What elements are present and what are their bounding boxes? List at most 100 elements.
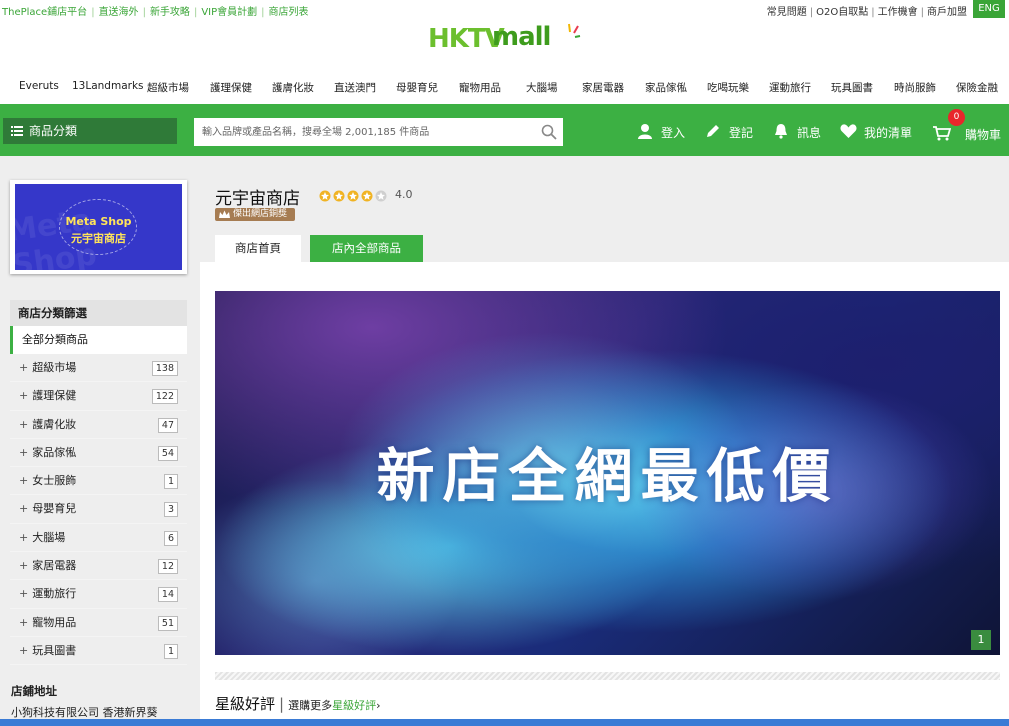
link-guide[interactable]: 新手攻略 (150, 7, 190, 18)
filter-item-sports[interactable]: + 運動旅行 14 (10, 580, 187, 609)
nav-sports[interactable]: 運動旅行 (769, 80, 811, 95)
banner-headline: 新店全網最低價 (376, 442, 839, 510)
rating-stars (319, 190, 387, 202)
shop-address-text: 小狗科技有限公司 香港新界葵 (11, 706, 158, 719)
nav-appliances[interactable]: 家居電器 (582, 80, 624, 95)
plus-icon: + (19, 615, 29, 629)
link-overseas[interactable]: 直送海外 (99, 7, 139, 18)
search-input[interactable] (194, 118, 524, 146)
shop-logo-english: Meta Shop (65, 215, 132, 228)
nav-toys-books[interactable]: 玩具圖書 (831, 80, 873, 95)
filter-item-label: 超級市場 (32, 361, 77, 374)
section-divider (215, 672, 1000, 680)
nav-fashion[interactable]: 時尚服飾 (894, 80, 936, 95)
filter-item-count: 12 (157, 559, 178, 575)
filter-item-count: 54 (157, 445, 178, 461)
shop-logo-image: Meta Shop Meta Shop 元宇宙商店 (15, 184, 182, 270)
plus-icon: + (19, 417, 29, 431)
plus-icon: + (19, 389, 29, 403)
cart-link[interactable]: 購物車 (933, 126, 1001, 143)
filter-item-housewares[interactable]: + 家品傢俬 54 (10, 438, 187, 468)
filter-item-count: 51 (157, 615, 178, 631)
plus-icon: + (19, 643, 29, 657)
nav-insurance[interactable]: 保險金融 (956, 80, 998, 95)
filter-item-count: 122 (151, 389, 178, 405)
filter-item-pets[interactable]: + 寵物用品 51 (10, 608, 187, 637)
nav-big-market[interactable]: 大腦場 (526, 80, 558, 95)
reviews-more-link[interactable]: 星級好評 (332, 699, 376, 712)
tab-shop-home[interactable]: 商店首頁 (215, 235, 301, 262)
search-box (194, 118, 563, 146)
nav-pets[interactable]: 寵物用品 (459, 80, 501, 95)
nav-dining[interactable]: 吃喝玩樂 (707, 80, 749, 95)
link-faq[interactable]: 常見問題 (767, 7, 807, 18)
filter-item-supermarket[interactable]: + 超級市場 138 (10, 354, 187, 383)
wishlist-link[interactable]: 我的清單 (840, 124, 912, 141)
category-nav: Everuts 13Landmarks 超級市場 護理保健 護膚化妝 直送澳門 … (0, 80, 1009, 98)
award-label: 傑出網店銅獎 (233, 209, 288, 219)
link-theplace[interactable]: ThePlace鋪店平台 (2, 7, 87, 18)
award-badge: 傑出網店銅獎 (215, 208, 296, 221)
nav-13landmarks[interactable]: 13Landmarks (72, 80, 144, 92)
search-icon[interactable] (541, 124, 557, 140)
nav-housewares[interactable]: 家品傢俬 (645, 80, 687, 95)
filter-item-count: 6 (163, 530, 178, 546)
banner-page-indicator[interactable]: 1 (971, 630, 991, 650)
plus-icon: + (19, 361, 29, 374)
filter-item-label: 家居電器 (32, 559, 77, 573)
nav-supermarket[interactable]: 超級市場 (147, 80, 189, 95)
heart-icon (840, 124, 857, 138)
top-utility-bar: ThePlace鋪店平台 | 直送海外 | 新手攻略 | VIP會員計劃 | 商店列表 常見問題… (0, 0, 1009, 18)
shop-banner[interactable]: 新店全網最低價 (215, 291, 1000, 655)
filter-item-label: 女士服飾 (32, 474, 77, 488)
reviews-more: 選購更多星級好評› (288, 699, 380, 712)
link-shop-list[interactable]: 商店列表 (269, 7, 309, 18)
register-link[interactable]: 登記 (705, 124, 753, 141)
user-icon (638, 124, 652, 139)
filter-item-count: 1 (163, 474, 178, 490)
link-o2o[interactable]: O2O自取點 (816, 7, 868, 18)
filter-item-label: 大腦場 (32, 530, 66, 544)
filter-all-categories[interactable]: 全部分類商品 (10, 326, 187, 354)
filter-item-mother-baby[interactable]: + 母嬰育兒 3 (10, 495, 187, 524)
filter-item-label: 母嬰育兒 (32, 502, 77, 516)
messages-link[interactable]: 訊息 (773, 124, 821, 141)
nav-mother-baby[interactable]: 母嬰育兒 (396, 80, 438, 95)
filter-item-toys-books[interactable]: + 玩具圖書 1 (10, 636, 187, 666)
top-left-links: ThePlace鋪店平台 | 直送海外 | 新手攻略 | VIP會員計劃 | 商店列表 (2, 7, 309, 18)
plus-icon: + (19, 530, 29, 544)
filter-item-beauty[interactable]: + 護膚化妝 47 (10, 410, 187, 439)
link-merchant[interactable]: 商戶加盟 (927, 7, 967, 18)
shop-logo-card[interactable]: Meta Shop Meta Shop 元宇宙商店 (10, 180, 187, 274)
filter-item-womens-fashion[interactable]: + 女士服飾 1 (10, 467, 187, 496)
shop-name: 元宇宙商店 (215, 189, 300, 209)
filter-item-appliances[interactable]: + 家居電器 12 (10, 552, 187, 581)
category-menu-button[interactable]: 商品分類 (3, 118, 177, 144)
nav-macau[interactable]: 直送澳門 (334, 80, 376, 95)
language-button[interactable]: ENG (973, 0, 1005, 18)
plus-icon: + (19, 474, 29, 488)
login-link[interactable]: 登入 (637, 124, 685, 141)
taskbar-edge (0, 719, 1009, 726)
shop-address-title: 店鋪地址 (11, 684, 57, 698)
star-icon (319, 190, 387, 202)
nav-beauty[interactable]: 護膚化妝 (272, 80, 314, 95)
rating-value: 4.0 (395, 188, 413, 201)
crown-icon (219, 210, 230, 218)
link-vip[interactable]: VIP會員計劃 (201, 7, 257, 18)
plus-icon: + (19, 445, 29, 459)
cart-count-badge: 0 (948, 109, 965, 126)
filter-item-big-market[interactable]: + 大腦場 6 (10, 523, 187, 553)
shop-logo-chinese: 元宇宙商店 (71, 232, 126, 245)
nav-personal-care[interactable]: 護理保健 (210, 80, 252, 95)
reviews-more-arrow: › (376, 699, 381, 712)
filter-title: 商店分類篩選 (10, 300, 187, 326)
filter-item-count: 47 (157, 417, 178, 433)
filter-item-personal-care[interactable]: + 護理保健 122 (10, 382, 187, 411)
list-icon (11, 126, 23, 136)
tab-all-products[interactable]: 店內全部商品 (310, 235, 423, 262)
filter-item-label: 寵物用品 (32, 615, 77, 629)
nav-everuts[interactable]: Everuts (19, 80, 59, 92)
link-jobs[interactable]: 工作機會 (878, 7, 918, 18)
hktvmall-logo[interactable]: HKTV mall (428, 22, 588, 58)
